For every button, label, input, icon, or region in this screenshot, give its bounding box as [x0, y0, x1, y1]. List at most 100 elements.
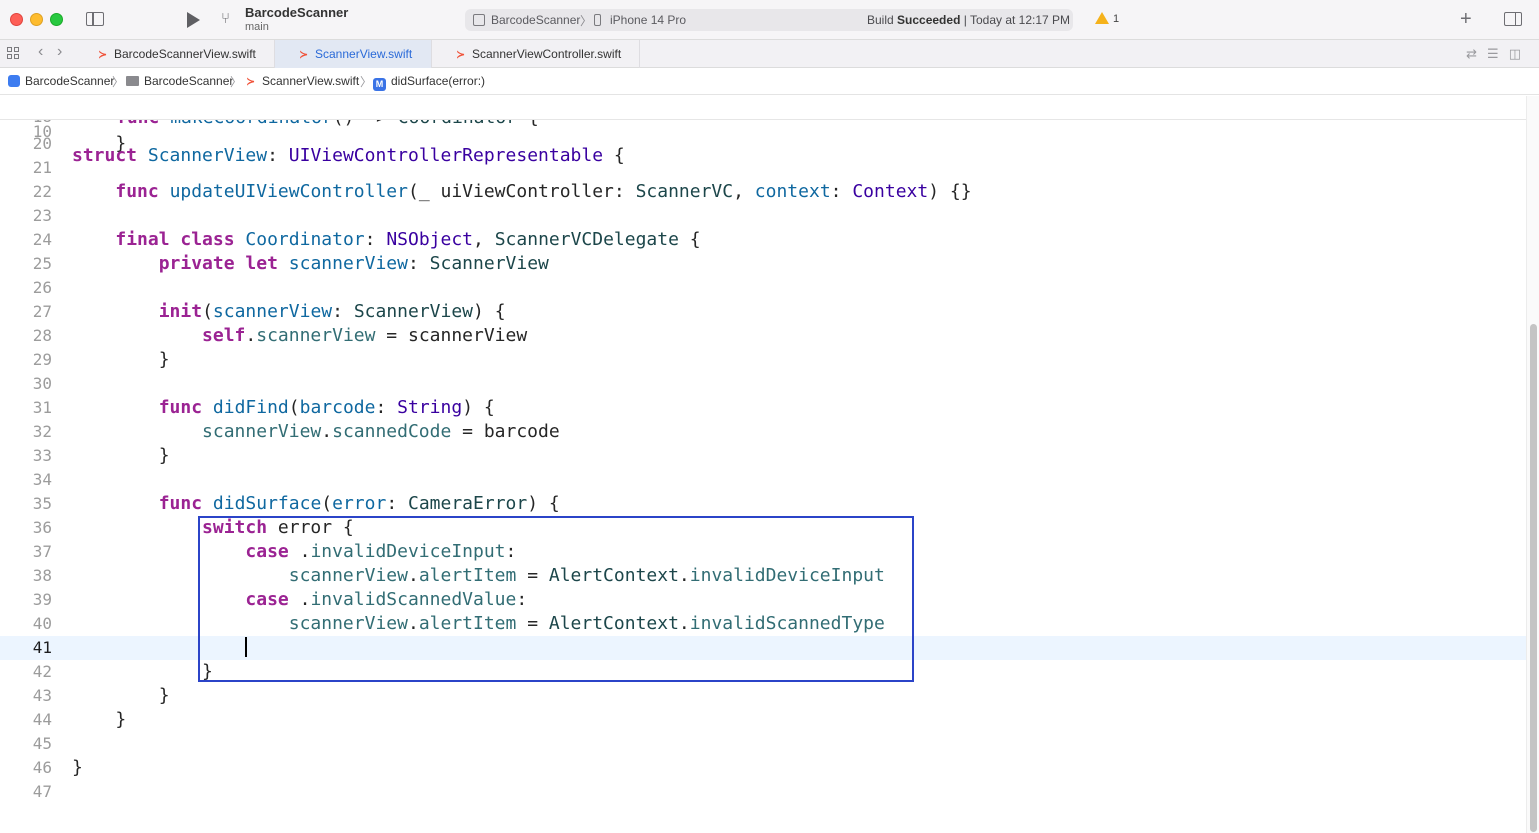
- tab-scannerviewcontroller[interactable]: ≻ ScannerViewController.swift: [432, 40, 640, 68]
- code-text: private let scannerView: ScannerView: [158, 253, 549, 274]
- code-line: 28 self.scannerView = scannerView: [0, 324, 1526, 348]
- code-line: 34: [0, 468, 1526, 492]
- breadcrumb-label: didSurface(error:): [391, 74, 486, 88]
- zoom-window-button[interactable]: [50, 13, 63, 26]
- line-number: 44: [32, 710, 52, 729]
- run-button[interactable]: [187, 12, 200, 28]
- scrollbar-thumb[interactable]: [1530, 324, 1537, 832]
- editor-tab-bar: ‹ › ≻ BarcodeScannerView.swift ≻ ScannerVi…: [0, 40, 1539, 68]
- breadcrumb-label: BarcodeScanner: [25, 74, 115, 88]
- line-number: 46: [32, 758, 52, 777]
- code-line: 44 }: [0, 708, 1526, 732]
- warning-count: 1: [1113, 13, 1120, 25]
- code-line: 40 scannerView.alertItem = AlertContext.…: [0, 612, 1526, 636]
- chevron-right-icon: 〉: [580, 14, 593, 28]
- navigator-toggle-icon[interactable]: [86, 12, 104, 26]
- tab-scannerview[interactable]: ≻ ScannerView.swift: [275, 40, 432, 68]
- activity-status-bar: BarcodeScanner 〉 iPhone 14 Pro Build Suc…: [465, 9, 1073, 31]
- code-text: struct ScannerView: UIViewControllerRepr…: [72, 145, 625, 166]
- code-text: [72, 636, 247, 660]
- code-text: scannerView.alertItem = AlertContext.inv…: [288, 565, 885, 586]
- line-number: 28: [32, 326, 52, 345]
- build-result: Succeeded: [897, 13, 961, 27]
- line-number: 10: [32, 122, 52, 141]
- line-number: 29: [32, 350, 52, 369]
- code-line: 27 init(scannerView: ScannerView) {: [0, 300, 1526, 324]
- line-number: 39: [32, 590, 52, 609]
- swift-file-icon: ≻: [246, 76, 256, 88]
- line-number: 36: [32, 518, 52, 537]
- code-line: 39 case .invalidScannedValue:: [0, 588, 1526, 612]
- code-line: 30: [0, 372, 1526, 396]
- code-line: 25 private let scannerView: ScannerView: [0, 252, 1526, 276]
- warning-icon: [1095, 12, 1109, 24]
- back-arrow-icon[interactable]: ‹: [38, 43, 43, 61]
- swift-file-icon: ≻: [98, 49, 108, 61]
- chevron-right-icon: 〉: [230, 75, 243, 89]
- code-text: self.scannerView = scannerView: [202, 325, 528, 346]
- tab-label: BarcodeScannerView.swift: [114, 47, 256, 61]
- code-line: 23: [0, 204, 1526, 228]
- warnings-indicator[interactable]: 1: [1095, 12, 1119, 25]
- build-status: Build Succeeded | Today at 12:17 PM: [867, 13, 1070, 27]
- line-number: 26: [32, 278, 52, 297]
- breadcrumb-file[interactable]: ≻ ScannerView.swift: [246, 74, 359, 88]
- code-line: 36 switch error {: [0, 516, 1526, 540]
- line-number: 33: [32, 446, 52, 465]
- line-number: 32: [32, 422, 52, 441]
- line-number: 34: [32, 470, 52, 489]
- add-library-button[interactable]: +: [1460, 8, 1472, 30]
- code-text: }: [72, 757, 83, 778]
- method-icon: M: [373, 78, 386, 91]
- branch-name[interactable]: main: [245, 21, 269, 33]
- breadcrumb-folder[interactable]: BarcodeScanner: [126, 74, 233, 88]
- code-line: 32 scannerView.scannedCode = barcode: [0, 420, 1526, 444]
- close-window-button[interactable]: [10, 13, 23, 26]
- build-prefix: Build: [867, 13, 898, 27]
- tab-label: ScannerViewController.swift: [472, 47, 622, 61]
- project-name[interactable]: BarcodeScanner: [245, 5, 348, 20]
- breadcrumb-method[interactable]: MdidSurface(error:): [373, 74, 485, 91]
- app-icon: [8, 75, 20, 87]
- line-number: 40: [32, 614, 52, 633]
- code-text: func didFind(barcode: String) {: [158, 397, 495, 418]
- line-number: 31: [32, 398, 52, 417]
- minimize-window-button[interactable]: [30, 13, 43, 26]
- code-line: 46}: [0, 756, 1526, 780]
- line-number: 45: [32, 734, 52, 753]
- code-text: }: [72, 445, 170, 466]
- code-text: func updateUIViewController(_ uiViewCont…: [115, 181, 972, 202]
- device-selector[interactable]: iPhone 14 Pro: [610, 13, 686, 27]
- code-line: 29 }: [0, 348, 1526, 372]
- line-number: 24: [32, 230, 52, 249]
- build-time: | Today at 12:17 PM: [960, 13, 1071, 27]
- source-editor[interactable]: 10 struct ScannerView: UIViewControllerR…: [0, 96, 1526, 833]
- code-text: scannerView.scannedCode = barcode: [202, 421, 560, 442]
- line-number: 41: [32, 638, 52, 657]
- code-text: func makeCoordinator() -> Coordinator {: [116, 120, 539, 128]
- text-cursor: [245, 637, 247, 657]
- jump-bar: BarcodeScanner 〉 BarcodeScanner 〉 ≻ Scann…: [0, 68, 1539, 95]
- branch-icon: ⑂: [221, 10, 231, 27]
- code-line: 47: [0, 780, 1526, 804]
- code-text: case .invalidDeviceInput:: [245, 541, 517, 562]
- line-number: 25: [32, 254, 52, 273]
- forward-arrow-icon[interactable]: ›: [57, 43, 62, 61]
- code-line: 24 final class Coordinator: NSObject, Sc…: [0, 228, 1526, 252]
- folder-icon: [126, 76, 139, 86]
- code-text: final class Coordinator: NSObject, Scann…: [115, 229, 701, 250]
- editor-options-icons[interactable]: ⇄☰◫: [1466, 46, 1531, 62]
- line-number: 35: [32, 494, 52, 513]
- line-number: 30: [32, 374, 52, 393]
- editor-scrollbar[interactable]: [1526, 96, 1539, 833]
- breadcrumb-project[interactable]: BarcodeScanner: [8, 74, 114, 88]
- line-number: 47: [32, 782, 52, 801]
- code-text: init(scannerView: ScannerView) {: [158, 301, 506, 322]
- scheme-selector[interactable]: BarcodeScanner: [491, 13, 580, 27]
- line-number: 43: [32, 686, 52, 705]
- related-items-icon[interactable]: [7, 47, 20, 60]
- current-code-line[interactable]: 41: [0, 636, 1526, 660]
- tab-barcodescannerview[interactable]: ≻ BarcodeScannerView.swift: [82, 40, 275, 68]
- line-number: 38: [32, 566, 52, 585]
- inspector-toggle-icon[interactable]: [1504, 12, 1522, 26]
